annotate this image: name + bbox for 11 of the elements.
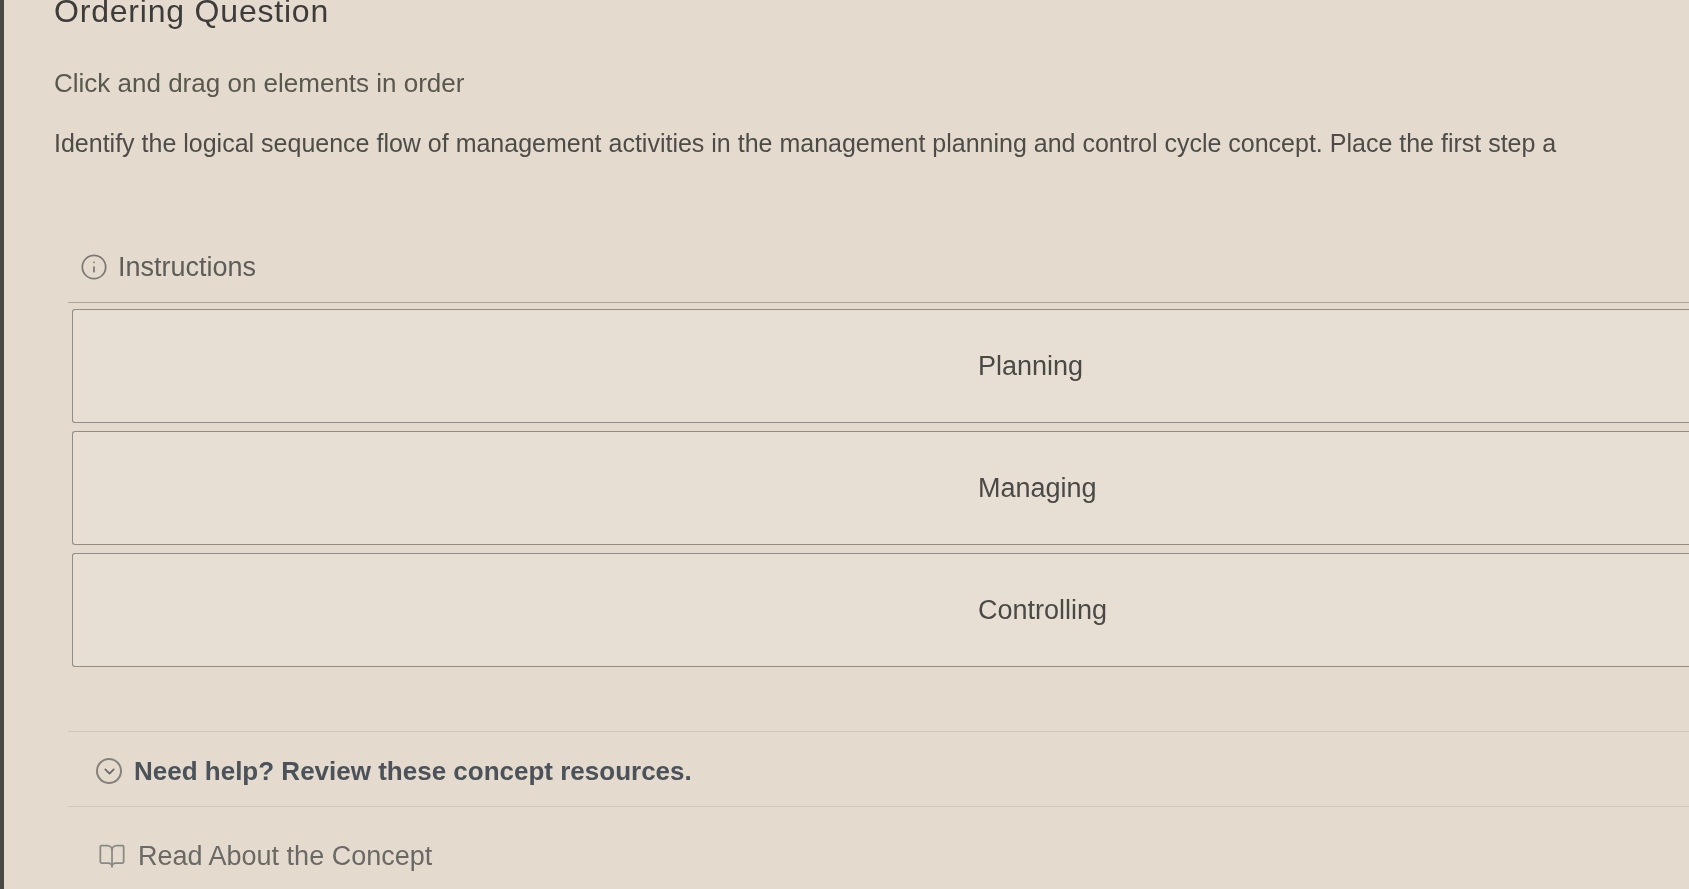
question-text: Identify the logical sequence flow of management activities in the management planning and control cycle concept. Place the first step a: [54, 128, 1557, 158]
ordering-item[interactable]: Planning: [72, 309, 1689, 423]
resource-link[interactable]: Read About the Concept: [138, 841, 433, 871]
book-icon: [98, 842, 126, 870]
instructions-link[interactable]: Instructions: [118, 252, 257, 282]
expand-chevron-icon[interactable]: [96, 758, 122, 784]
info-icon: [80, 253, 108, 281]
ordering-item[interactable]: Managing: [72, 431, 1689, 545]
ordering-item[interactable]: Controlling: [72, 553, 1689, 667]
help-toggle[interactable]: Need help? Review these concept resources.: [134, 756, 692, 786]
instruction-text: Click and drag on elements in order: [54, 68, 465, 98]
